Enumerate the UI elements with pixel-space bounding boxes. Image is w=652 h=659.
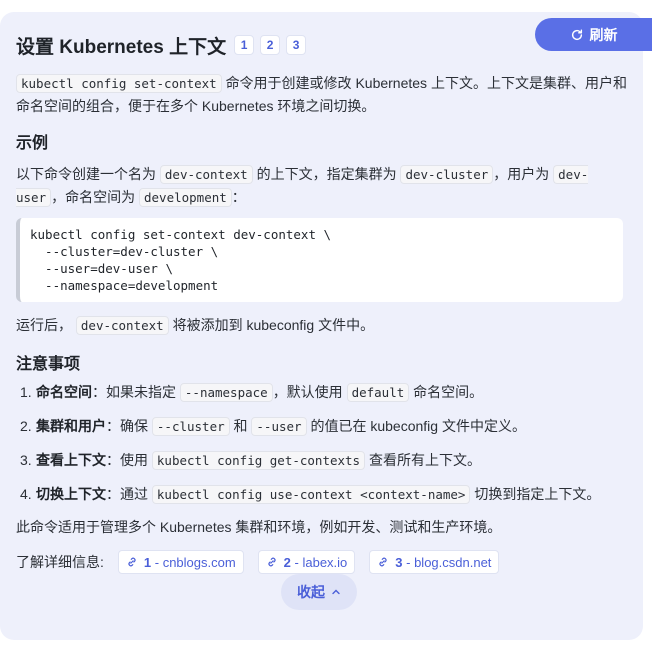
list-item-text: ：如果未指定 — [92, 384, 176, 400]
source-name: - cnblogs.com — [154, 554, 236, 570]
list-item: 1. 命名空间：如果未指定 --namespace ，默认使用 default 命名… — [16, 381, 627, 404]
link-icon — [379, 557, 387, 567]
list-item-text: ：通过 — [106, 486, 148, 502]
chevron-up-icon — [332, 589, 340, 595]
example-heading: 示例 — [16, 135, 49, 152]
list-item-text: ，默认使用 — [272, 384, 343, 400]
citation-3[interactable]: 3 — [286, 35, 307, 55]
refresh-button[interactable]: 刷新 — [535, 18, 652, 51]
example-text: 的上下文，指定集群为 — [256, 166, 397, 182]
code-block[interactable]: kubectl config set-context dev-context \… — [16, 218, 623, 302]
list-item: 3. 查看上下文：使用 kubectl config get-contexts 查… — [16, 449, 627, 472]
list-item-text: ：确保 — [106, 418, 148, 434]
sources-label: 了解详细信息: — [16, 554, 104, 570]
example-description: 以下命令创建一个名为 dev-context 的上下文，指定集群为 dev-cl… — [16, 163, 627, 209]
list-item-title: 查看上下文 — [36, 452, 106, 468]
list-item-text: 查看所有上下文。 — [368, 452, 481, 468]
collapse-label: 收起 — [297, 584, 325, 600]
list-item-text: 的值已在 kubeconfig 文件中定义。 — [310, 418, 526, 434]
source-link-2[interactable]: 2 - labex.io — [257, 550, 356, 574]
link-icon — [268, 557, 276, 567]
inline-code: development — [139, 188, 232, 207]
sources-row: 了解详细信息: 1 - cnblogs.com 2 - labex.io 3 -… — [16, 550, 627, 574]
link-icon — [128, 557, 136, 567]
inline-code: kubectl config use-context <context-name… — [151, 485, 471, 504]
source-name: - labex.io — [294, 554, 348, 570]
list-number: 1. — [20, 384, 32, 400]
inline-code: kubectl config get-contexts — [151, 451, 366, 470]
example-text: ，命名空间为 — [51, 189, 136, 205]
list-item: 4. 切换上下文：通过 kubectl config use-context <c… — [16, 483, 627, 506]
inline-code: --namespace — [179, 383, 273, 402]
intro-paragraph: kubectl config set-context 命令用于创建或修改 Kub… — [16, 72, 627, 117]
list-item-text: 和 — [233, 418, 248, 434]
example-text: ： — [231, 189, 246, 205]
source-number: 1 — [143, 554, 152, 570]
inline-code: kubectl config set-context — [16, 74, 222, 93]
list-item-title: 切换上下文 — [36, 486, 106, 502]
after-text: 将被添加到 kubeconfig 文件中。 — [172, 317, 375, 333]
list-number: 3. — [20, 452, 32, 468]
source-name: - blog.csdn.net — [406, 554, 492, 570]
citation-2[interactable]: 2 — [260, 35, 281, 55]
source-link-3[interactable]: 3 - blog.csdn.net — [369, 550, 500, 574]
inline-code: dev-context — [159, 165, 253, 184]
refresh-icon — [571, 28, 582, 40]
list-number: 4. — [20, 486, 32, 502]
list-item-text: 切换到指定上下文。 — [474, 486, 601, 502]
list-item-title: 命名空间 — [36, 384, 92, 400]
list-item-text: ：使用 — [106, 452, 148, 468]
source-number: 2 — [283, 554, 291, 570]
source-link-1[interactable]: 1 - cnblogs.com — [117, 550, 244, 574]
after-run-paragraph: 运行后， dev-context 将被添加到 kubeconfig 文件中。 — [16, 314, 627, 337]
notes-list: 1. 命名空间：如果未指定 --namespace ，默认使用 default 命名… — [16, 381, 627, 506]
list-item-title: 集群和用户 — [36, 418, 106, 434]
notes-heading: 注意事项 — [16, 356, 81, 373]
inline-code: default — [346, 383, 410, 402]
list-number: 2. — [20, 418, 32, 434]
refresh-label: 刷新 — [589, 26, 618, 43]
inline-code: dev-context — [75, 316, 169, 335]
inline-code: dev-cluster — [400, 165, 494, 184]
summary-paragraph: 此命令适用于管理多个 Kubernetes 集群和环境，例如开发、测试和生产环境… — [16, 519, 502, 535]
example-text: ，用户为 — [493, 166, 550, 182]
source-number: 3 — [395, 554, 403, 570]
collapse-button[interactable]: 收起 — [281, 574, 357, 610]
answer-card: 设置 Kubernetes 上下文 1 2 3 kubectl config s… — [0, 12, 643, 640]
list-item-text: 命名空间。 — [413, 384, 484, 400]
list-item: 2. 集群和用户：确保 --cluster 和 --user 的值已在 kubec… — [16, 415, 627, 438]
example-text: 以下命令创建一个名为 — [16, 166, 156, 182]
after-text: 运行后， — [16, 317, 72, 333]
inline-code: --cluster — [151, 417, 230, 436]
inline-code: --user — [251, 417, 307, 436]
citation-1[interactable]: 1 — [234, 35, 255, 55]
page-title: 设置 Kubernetes 上下文 — [16, 36, 227, 58]
